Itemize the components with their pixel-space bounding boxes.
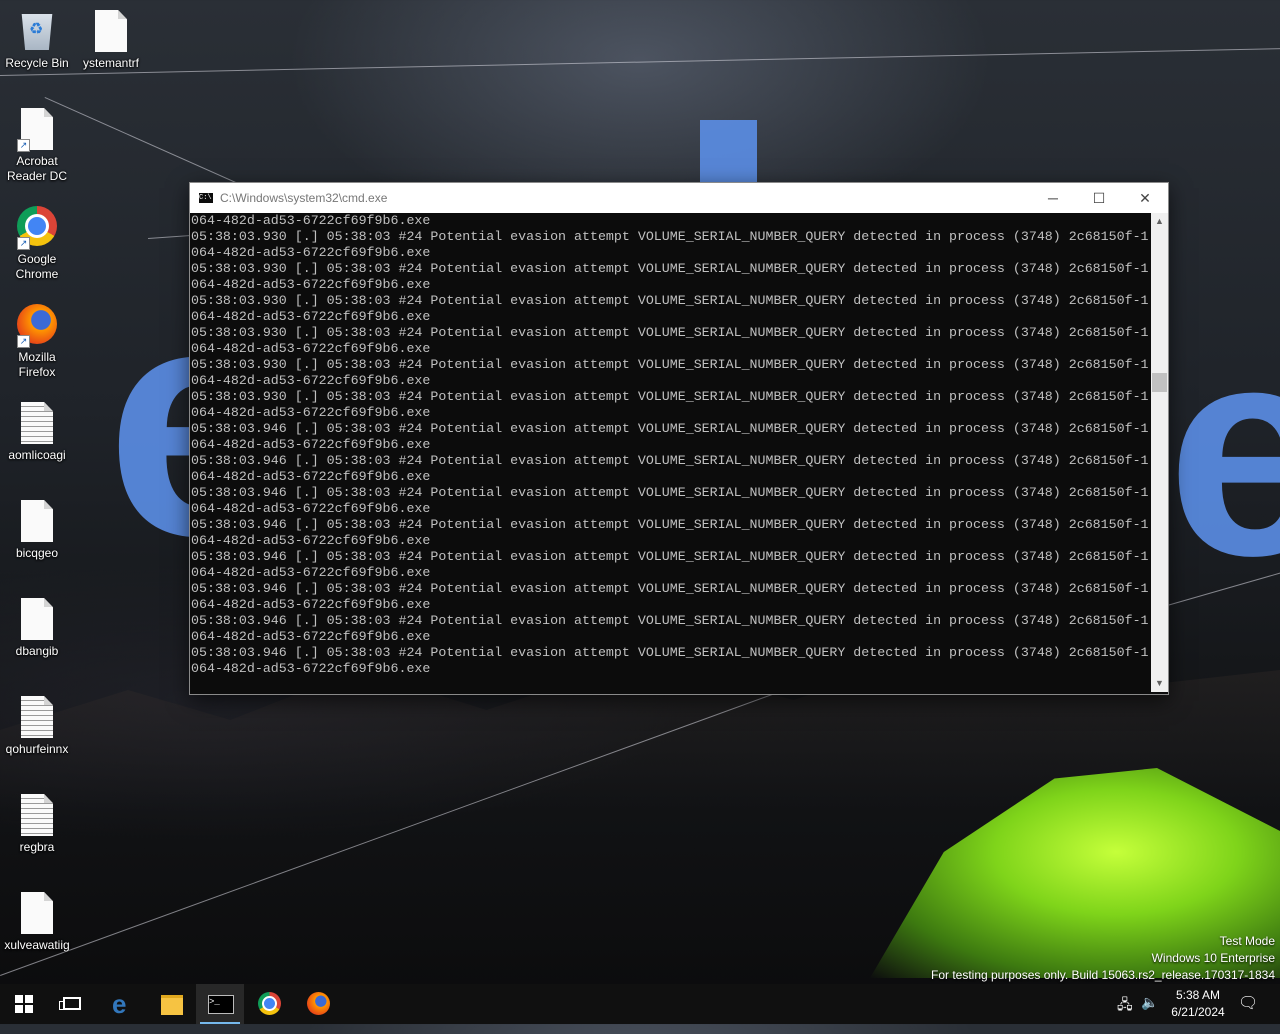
desktop-icon-label: Acrobat Reader DC xyxy=(6,154,68,183)
desktop-icon-ystemantrf[interactable]: ystemantrf xyxy=(73,10,149,71)
test-mode-watermark: Test Mode Windows 10 Enterprise For test… xyxy=(931,933,1275,984)
desktop-icon-label: ystemantrf xyxy=(82,56,139,70)
watermark-line: Windows 10 Enterprise xyxy=(1151,951,1275,965)
desktop-icon-label: xulveawatiig xyxy=(4,938,70,952)
text-file-icon xyxy=(17,402,57,446)
desktop-icon-label: qohurfeinnx xyxy=(5,742,69,756)
desktop-icon-label: bicqgeo xyxy=(15,546,59,560)
desktop-icon-regbra[interactable]: regbra xyxy=(0,794,75,855)
file-shortcut-icon: ↗ xyxy=(17,108,57,152)
desktop-icon-google-chrome[interactable]: ↗ Google Chrome xyxy=(0,206,75,282)
watermark-line: Test Mode xyxy=(1219,934,1275,948)
desktop-icon-label: aomlicoagi xyxy=(8,448,66,462)
windows-logo-icon xyxy=(15,995,33,1013)
text-file-icon xyxy=(17,794,57,838)
taskbar-firefox[interactable] xyxy=(294,984,342,1024)
file-icon xyxy=(17,500,57,544)
taskbar: e >_ 🖧 🔈 5:38 AM 6/21/2024 🗨 xyxy=(0,984,1280,1024)
wallpaper-letter: e xyxy=(1167,282,1280,618)
taskbar-cmd[interactable]: >_ xyxy=(196,984,244,1024)
wallpaper-line xyxy=(0,47,1280,76)
scroll-down-arrow-icon[interactable]: ▼ xyxy=(1151,675,1168,692)
scroll-thumb[interactable] xyxy=(1152,373,1167,392)
task-view-icon xyxy=(59,997,81,1010)
vertical-scrollbar[interactable]: ▲ ▼ xyxy=(1151,213,1168,692)
maximize-button[interactable]: ☐ xyxy=(1076,183,1122,213)
scroll-up-arrow-icon[interactable]: ▲ xyxy=(1151,213,1168,230)
clock[interactable]: 5:38 AM 6/21/2024 xyxy=(1160,987,1236,1021)
clock-time: 5:38 AM xyxy=(1175,988,1221,1002)
cmd-icon: >_ xyxy=(208,995,234,1014)
edge-icon: e xyxy=(112,989,127,1019)
desktop-icon-label: Mozilla Firefox xyxy=(18,350,56,379)
cmd-window-icon: C:\ xyxy=(199,193,213,203)
desktop-icon-label: dbangib xyxy=(15,644,59,658)
taskbar-edge[interactable]: e xyxy=(99,984,147,1024)
desktop-icon-label: regbra xyxy=(19,840,55,854)
console-output[interactable]: 064-482d-ad53-6722cf69f9b6.exe 05:38:03.… xyxy=(190,213,1150,692)
console-text: 064-482d-ad53-6722cf69f9b6.exe 05:38:03.… xyxy=(191,213,1149,676)
desktop-icon-dbangib[interactable]: dbangib xyxy=(0,598,75,659)
firefox-icon xyxy=(307,992,330,1015)
network-icon[interactable]: 🖧 xyxy=(1117,994,1133,1034)
start-button[interactable] xyxy=(0,984,48,1024)
folder-icon xyxy=(161,995,183,1015)
desktop-icon-mozilla-firefox[interactable]: ↗ Mozilla Firefox xyxy=(0,304,75,380)
desktop-icon-xulveawatiig[interactable]: xulveawatiig xyxy=(0,892,75,953)
desktop-icon-qohurfeinnx[interactable]: qohurfeinnx xyxy=(0,696,75,757)
desktop-icon-acrobat-reader[interactable]: ↗ Acrobat Reader DC xyxy=(0,108,75,184)
desktop-icon-recycle-bin[interactable]: ♻ Recycle Bin xyxy=(0,10,75,71)
watermark-line: For testing purposes only. Build 15063.r… xyxy=(930,968,1275,982)
taskbar-file-explorer[interactable] xyxy=(148,984,196,1024)
clock-date: 6/21/2024 xyxy=(1171,1005,1225,1019)
volume-icon[interactable]: 🔈 xyxy=(1141,994,1158,1034)
task-view-button[interactable] xyxy=(48,984,96,1024)
desktop-icon-label: Recycle Bin xyxy=(5,56,69,70)
close-button[interactable]: ✕ xyxy=(1122,183,1168,213)
notification-icon[interactable]: 🗨 xyxy=(1238,993,1258,1033)
file-icon xyxy=(17,892,57,936)
file-icon xyxy=(91,10,131,54)
chrome-icon: ↗ xyxy=(17,206,57,250)
desktop-icon-aomlicoagi[interactable]: aomlicoagi xyxy=(0,402,75,463)
taskbar-chrome[interactable] xyxy=(245,984,293,1024)
recycle-bin-icon: ♻ xyxy=(17,10,57,54)
desktop-icon-bicqgeo[interactable]: bicqgeo xyxy=(0,500,75,561)
cmd-window[interactable]: C:\ C:\Windows\system32\cmd.exe ─ ☐ ✕ 06… xyxy=(189,182,1169,695)
wallpaper-letter xyxy=(700,120,757,182)
cmd-title-bar[interactable]: C:\ C:\Windows\system32\cmd.exe ─ ☐ ✕ xyxy=(190,183,1168,213)
cmd-window-title: C:\Windows\system32\cmd.exe xyxy=(220,191,388,205)
desktop-icon-label: Google Chrome xyxy=(15,252,59,281)
chrome-icon xyxy=(258,992,281,1015)
firefox-icon: ↗ xyxy=(17,304,57,348)
text-file-icon xyxy=(17,696,57,740)
minimize-button[interactable]: ─ xyxy=(1030,183,1076,213)
file-icon xyxy=(17,598,57,642)
